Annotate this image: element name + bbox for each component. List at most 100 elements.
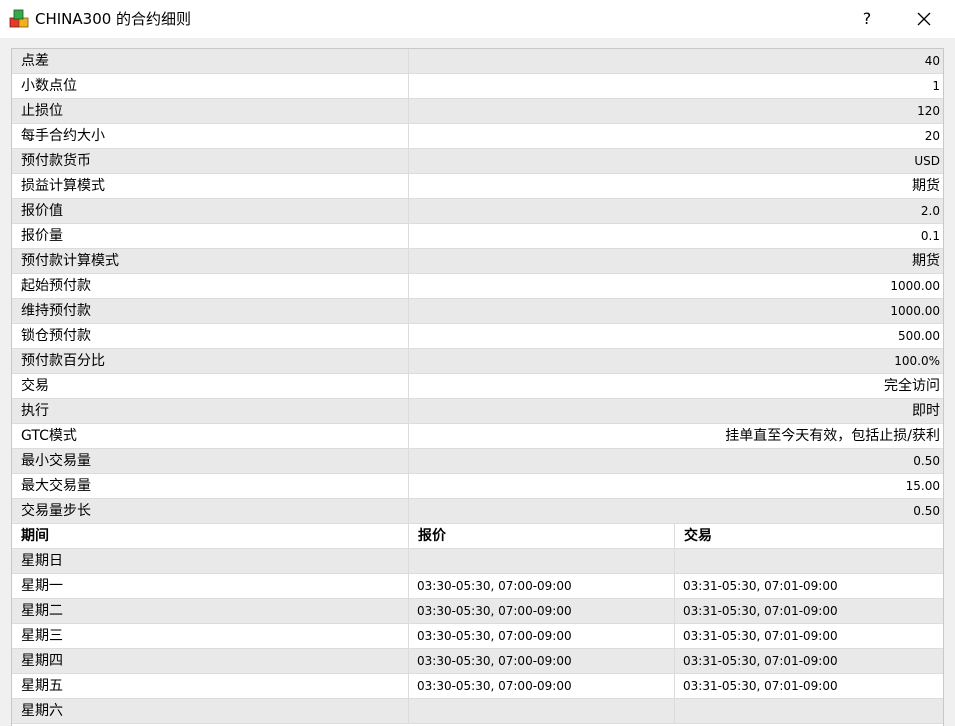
spec-label: 维持预付款 [21,303,91,319]
column-divider [408,124,409,148]
session-trades: 03:31-05:30, 07:01-09:00 [683,654,838,668]
session-day: 星期一 [21,578,63,594]
spec-value: 1000.00 [890,304,940,318]
session-row[interactable]: 星期三 03:30-05:30, 07:00-09:00 03:31-05:30, … [12,624,943,649]
column-divider [408,699,409,723]
column-divider [408,674,409,698]
session-row[interactable]: 星期五 03:30-05:30, 07:00-09:00 03:31-05:30, … [12,674,943,699]
spec-label: 预付款计算模式 [21,253,119,269]
spec-label: 止损位 [21,103,63,119]
column-divider [408,624,409,648]
spec-value: 期货 [912,253,940,269]
column-divider [408,449,409,473]
spec-label: 小数点位 [21,78,77,94]
column-divider [408,249,409,273]
session-day: 星期二 [21,603,63,619]
spec-row[interactable]: 预付款计算模式 期货 [12,249,943,274]
spec-value: 20 [924,129,940,143]
session-row[interactable]: 星期二 03:30-05:30, 07:00-09:00 03:31-05:30, … [12,599,943,624]
session-day: 星期三 [21,628,63,644]
column-divider [408,574,409,598]
title-bar: CHINA300 的合约细则 ? [0,0,955,38]
session-quotes: 03:30-05:30, 07:00-09:00 [417,654,572,668]
spec-label: 预付款百分比 [21,353,105,369]
spec-value: 0.50 [913,504,940,518]
spec-row[interactable]: GTC模式 挂单直至今天有效，包括止损/获利 [12,424,943,449]
session-day: 星期六 [21,703,63,719]
spec-row[interactable]: 维持预付款 1000.00 [12,299,943,324]
column-divider [408,399,409,423]
spec-label: GTC模式 [21,428,77,444]
column-divider [408,499,409,523]
spec-label: 交易量步长 [21,503,91,519]
spec-row[interactable]: 交易 完全访问 [12,374,943,399]
spec-label: 点差 [21,53,49,69]
session-row[interactable]: 星期六 [12,699,943,724]
session-row[interactable]: 星期日 [12,549,943,574]
spec-label: 最大交易量 [21,478,91,494]
spec-label: 交易 [21,378,49,394]
column-divider [674,624,675,648]
spec-value: 完全访问 [884,378,940,394]
session-quotes: 03:30-05:30, 07:00-09:00 [417,579,572,593]
contract-specs-table[interactable]: 点差 40 小数点位 1 止损位 120 每手合约大小 20 预付款货币 USD 损益计算模式 期货报… [11,48,944,726]
session-day: 星期五 [21,678,63,694]
column-divider [674,549,675,573]
sessions-header-row: 期间 报价 交易 [12,524,943,549]
spec-row[interactable]: 每手合约大小 20 [12,124,943,149]
spec-row[interactable]: 交易量步长 0.50 [12,499,943,524]
spec-value: 0.50 [913,454,940,468]
session-quotes: 03:30-05:30, 07:00-09:00 [417,679,572,693]
spec-row[interactable]: 锁仓预付款 500.00 [12,324,943,349]
help-button[interactable]: ? [852,3,882,35]
spec-value: 15.00 [905,479,940,493]
spec-label: 损益计算模式 [21,178,105,194]
spec-value: 100.0% [894,354,940,368]
spec-row[interactable]: 小数点位 1 [12,74,943,99]
spec-value: 即时 [912,403,940,419]
spec-row[interactable]: 起始预付款 1000.00 [12,274,943,299]
column-divider [408,174,409,198]
column-divider [408,49,409,73]
session-row[interactable]: 星期一 03:30-05:30, 07:00-09:00 03:31-05:30, … [12,574,943,599]
spec-label: 每手合约大小 [21,128,105,144]
session-trades: 03:31-05:30, 07:01-09:00 [683,579,838,593]
spec-label: 起始预付款 [21,278,91,294]
column-divider [408,299,409,323]
spec-row[interactable]: 损益计算模式 期货 [12,174,943,199]
column-divider [408,224,409,248]
session-row[interactable]: 星期四 03:30-05:30, 07:00-09:00 03:31-05:30, … [12,649,943,674]
column-divider [408,74,409,98]
sessions-header-quotes: 报价 [418,528,446,544]
spec-row[interactable]: 止损位 120 [12,99,943,124]
spec-row[interactable]: 预付款货币 USD [12,149,943,174]
spec-row[interactable]: 最大交易量 15.00 [12,474,943,499]
close-button[interactable] [908,3,940,35]
spec-row[interactable]: 报价量 0.1 [12,224,943,249]
spec-value: 期货 [912,178,940,194]
column-divider [408,349,409,373]
spec-label: 预付款货币 [21,153,91,169]
spec-row[interactable]: 执行 即时 [12,399,943,424]
column-divider [408,274,409,298]
spec-value: 500.00 [898,329,940,343]
column-divider [674,574,675,598]
column-divider [408,524,409,548]
sessions-header-period: 期间 [21,528,49,544]
sessions-header-trades: 交易 [684,528,712,544]
column-divider [408,374,409,398]
column-divider [408,99,409,123]
column-divider [408,199,409,223]
spec-value: 1000.00 [890,279,940,293]
spec-row[interactable]: 报价值 2.0 [12,199,943,224]
spec-row[interactable]: 最小交易量 0.50 [12,449,943,474]
column-divider [674,524,675,548]
spec-label: 报价值 [21,203,63,219]
column-divider [408,549,409,573]
spec-row[interactable]: 点差 40 [12,49,943,74]
column-divider [674,699,675,723]
close-icon [917,12,931,26]
column-divider [408,599,409,623]
spec-value: 0.1 [920,229,940,243]
spec-row[interactable]: 预付款百分比 100.0% [12,349,943,374]
